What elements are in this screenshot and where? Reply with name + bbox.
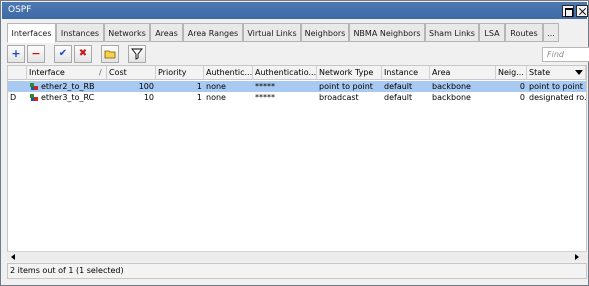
row-priority: 1	[196, 93, 202, 102]
scroll-left-icon[interactable]	[11, 254, 15, 260]
row-instance: default	[384, 82, 413, 91]
tab-routes[interactable]: Routes	[505, 23, 543, 42]
row-area: backbone	[432, 93, 471, 102]
sort-indicator: /	[99, 68, 102, 77]
row-area: backbone	[432, 82, 471, 91]
row-interface: ether3_to_RC	[41, 93, 95, 102]
row-interface: ether2_to_RB	[41, 82, 95, 91]
row-priority: 1	[196, 82, 202, 91]
header-area[interactable]: Area	[430, 66, 496, 80]
column-menu-icon[interactable]	[575, 70, 583, 75]
header-cost[interactable]: Cost	[107, 66, 156, 80]
header-authentication[interactable]: Authentic...	[204, 66, 253, 80]
row-authentication-key: *****	[255, 93, 275, 102]
row-cost: 10	[143, 93, 154, 102]
title-bar[interactable]: OSPF	[2, 2, 588, 19]
tab-area-ranges[interactable]: Area Ranges	[183, 23, 243, 42]
tab-lsa[interactable]: LSA	[479, 23, 505, 42]
maximize-button[interactable]	[562, 5, 574, 17]
tab-networks[interactable]: Networks	[104, 23, 150, 42]
close-button[interactable]	[576, 5, 588, 17]
tab-more[interactable]: ...	[543, 23, 559, 42]
header-flag[interactable]	[8, 66, 27, 80]
header-interface[interactable]: Interface	[27, 66, 107, 80]
tab-nbma-neighbors[interactable]: NBMA Neighbors	[349, 23, 425, 42]
table-header: Interface / Cost Priority Authentic... A…	[8, 66, 586, 80]
header-priority[interactable]: Priority	[156, 66, 204, 80]
row-network-type: broadcast	[319, 93, 359, 102]
window-title: OSPF	[8, 5, 32, 15]
table-row[interactable]: ether2_to_RB 100 1 none ***** point to p…	[8, 81, 586, 92]
comment-button[interactable]	[101, 45, 119, 63]
tab-areas[interactable]: Areas	[150, 23, 183, 42]
interface-icon	[30, 83, 38, 90]
row-state: point to point	[529, 82, 583, 91]
horizontal-scrollbar[interactable]	[7, 251, 587, 261]
row-flag: D	[10, 93, 17, 102]
add-button[interactable]: +	[7, 45, 25, 63]
row-neighbors: 0	[519, 82, 525, 91]
tab-sham-links[interactable]: Sham Links	[425, 23, 479, 42]
toolbar: + − ✔ ✖ Find	[7, 44, 589, 65]
enable-button[interactable]: ✔	[54, 45, 72, 63]
status-bar: 2 items out of 1 (1 selected)	[7, 263, 587, 279]
disable-button[interactable]: ✖	[74, 45, 92, 63]
filter-icon	[131, 48, 143, 60]
row-cost: 100	[138, 82, 154, 91]
row-authentication: none	[206, 82, 226, 91]
tab-interfaces[interactable]: Interfaces	[7, 23, 56, 43]
header-instance[interactable]: Instance	[382, 66, 430, 80]
folder-icon	[104, 50, 116, 59]
row-authentication: none	[206, 93, 226, 102]
row-network-type: point to point	[319, 82, 373, 91]
row-neighbors: 0	[519, 93, 525, 102]
row-state: designated ro...	[529, 93, 586, 102]
tab-neighbors[interactable]: Neighbors	[301, 23, 349, 42]
row-instance: default	[384, 93, 413, 102]
table-row[interactable]: D ether3_to_RC 10 1 none ***** broadcast…	[8, 92, 586, 103]
ospf-window: OSPF Interfaces Instances Networks Areas…	[0, 0, 589, 286]
interface-icon	[30, 94, 38, 101]
scroll-right-icon[interactable]	[575, 254, 579, 260]
interfaces-table: Interface / Cost Priority Authentic... A…	[7, 65, 587, 261]
tab-instances[interactable]: Instances	[56, 23, 104, 42]
header-authentication-key[interactable]: Authenticatio...	[253, 66, 317, 80]
find-input[interactable]: Find	[542, 47, 589, 62]
remove-button[interactable]: −	[27, 45, 45, 63]
tab-bar: Interfaces Instances Networks Areas Area…	[7, 23, 584, 43]
header-network-type[interactable]: Network Type	[317, 66, 382, 80]
header-neighbors[interactable]: Neig...	[496, 66, 527, 80]
tab-virtual-links[interactable]: Virtual Links	[243, 23, 301, 42]
row-authentication-key: *****	[255, 82, 275, 91]
filter-button[interactable]	[128, 45, 146, 63]
row-flag	[8, 81, 27, 92]
